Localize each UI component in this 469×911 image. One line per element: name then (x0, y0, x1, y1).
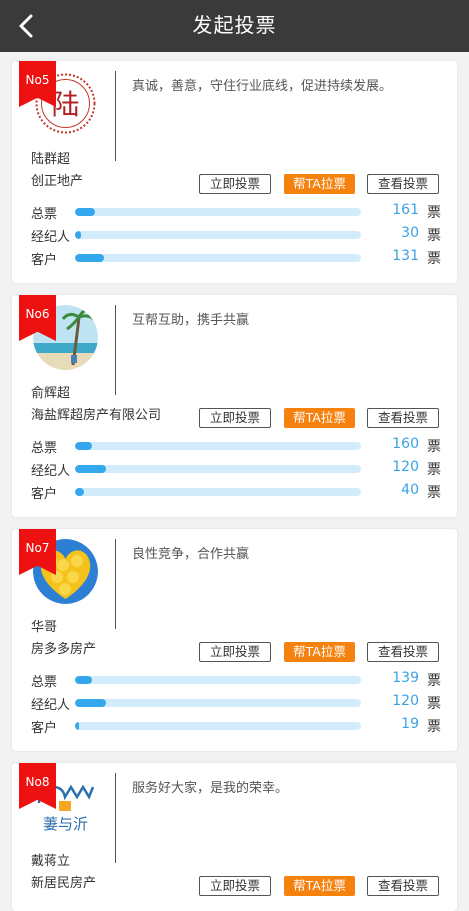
rank-label: No6 (25, 307, 50, 321)
vote-count: 160 (392, 436, 419, 452)
stat-total: 总票 161 票 (31, 202, 441, 222)
stat-agent: 经纪人 120 票 (31, 693, 441, 713)
divider (115, 773, 116, 863)
progress-track (75, 488, 361, 496)
vote-count: 120 (392, 459, 419, 475)
progress-track (75, 254, 361, 262)
header-bar: 发起投票 (0, 0, 469, 52)
stat-total: 总票 139 票 (31, 670, 441, 690)
vote-count: 120 (392, 693, 419, 709)
vote-count: 19 (401, 716, 419, 732)
help-canvass-button[interactable]: 帮TA拉票 (284, 642, 355, 662)
divider (115, 71, 116, 161)
avatar-logo-text: 萋与沂 (43, 815, 88, 833)
progress-fill (75, 676, 93, 684)
vote-unit: 票 (427, 719, 441, 735)
help-canvass-button[interactable]: 帮TA拉票 (284, 408, 355, 428)
progress-track (75, 699, 361, 707)
vote-unit: 票 (427, 696, 441, 712)
view-votes-button[interactable]: 查看投票 (367, 642, 439, 662)
candidate-name: 陆群超 (31, 152, 71, 167)
stat-label: 经纪人 (31, 698, 71, 713)
vote-count: 131 (392, 248, 419, 264)
progress-track (75, 722, 361, 730)
progress-fill (75, 442, 93, 450)
candidate-company: 房多多房产 (31, 642, 97, 657)
vote-count: 40 (401, 482, 419, 498)
progress-track (75, 676, 361, 684)
stat-client: 客户 40 票 (31, 482, 441, 502)
progress-fill (75, 488, 84, 496)
candidate-company: 海盐辉超房产有限公司 (31, 408, 162, 423)
vote-unit: 票 (427, 673, 441, 689)
candidate-name: 华哥 (31, 620, 58, 635)
stat-client: 客户 19 票 (31, 716, 441, 736)
progress-fill (75, 722, 80, 730)
vote-now-button[interactable]: 立即投票 (199, 876, 271, 896)
help-canvass-button[interactable]: 帮TA拉票 (284, 876, 355, 896)
divider (115, 539, 116, 629)
stat-label: 总票 (31, 207, 58, 222)
vote-now-button[interactable]: 立即投票 (199, 408, 271, 428)
progress-fill (75, 231, 81, 239)
progress-track (75, 465, 361, 473)
vote-count: 161 (392, 202, 419, 218)
vote-unit: 票 (427, 205, 441, 221)
vote-now-button[interactable]: 立即投票 (199, 642, 271, 662)
vote-now-button[interactable]: 立即投票 (199, 174, 271, 194)
stat-label: 客户 (31, 487, 58, 502)
rank-label: No5 (25, 73, 50, 87)
vote-unit: 票 (427, 251, 441, 267)
progress-fill (75, 465, 107, 473)
stat-label: 总票 (31, 441, 58, 456)
stat-total: 总票 160 票 (31, 436, 441, 456)
stat-label: 客户 (31, 253, 58, 268)
view-votes-button[interactable]: 查看投票 (367, 174, 439, 194)
progress-track (75, 442, 361, 450)
rank-label: No8 (25, 775, 50, 789)
vote-count: 30 (401, 225, 419, 241)
candidate-motto: 真诚，善意，守住行业底线，促进持续发展。 (132, 79, 393, 94)
progress-fill (75, 254, 104, 262)
candidate-name: 俞辉超 (31, 386, 71, 401)
stat-client: 客户 131 票 (31, 248, 441, 268)
candidate-card: No8 萋与沂 戴蒋立 新居民房产 服务好大家，是我的荣幸。 立即投票 帮TA拉… (12, 763, 457, 911)
progress-fill (75, 208, 96, 216)
vote-unit: 票 (427, 485, 441, 501)
stat-label: 经纪人 (31, 464, 71, 479)
vote-unit: 票 (427, 439, 441, 455)
rank-label: No7 (25, 541, 50, 555)
stat-label: 经纪人 (31, 230, 71, 245)
progress-track (75, 231, 361, 239)
view-votes-button[interactable]: 查看投票 (367, 408, 439, 428)
candidate-card: No7 华哥 房多多房产 良性竞争，合作共赢 立即投票 帮TA拉票 查看投票 总… (12, 529, 457, 751)
vote-count: 139 (392, 670, 419, 686)
candidate-company: 新居民房产 (31, 876, 97, 891)
candidate-card: No6 俞辉超 海盐辉超房产有限公司 互帮互助，携手共赢 立即投票 帮TA拉票 … (12, 295, 457, 517)
stat-agent: 经纪人 120 票 (31, 459, 441, 479)
stat-agent: 经纪人 30 票 (31, 225, 441, 245)
view-votes-button[interactable]: 查看投票 (367, 876, 439, 896)
progress-fill (75, 699, 107, 707)
vote-unit: 票 (427, 228, 441, 244)
candidate-name: 戴蒋立 (31, 854, 71, 869)
candidate-card: No5 陆 陆群超 创正地产 真诚，善意，守住行业底线，促进持续发展。 立即投票… (12, 61, 457, 283)
help-canvass-button[interactable]: 帮TA拉票 (284, 174, 355, 194)
progress-track (75, 208, 361, 216)
candidate-motto: 服务好大家，是我的荣幸。 (132, 781, 289, 796)
stat-label: 客户 (31, 721, 58, 736)
page-title: 发起投票 (192, 13, 277, 37)
vote-unit: 票 (427, 462, 441, 478)
candidate-motto: 良性竞争，合作共赢 (132, 547, 250, 562)
divider (115, 305, 116, 395)
stat-label: 总票 (31, 675, 58, 690)
candidate-motto: 互帮互助，携手共赢 (132, 313, 250, 328)
candidate-company: 创正地产 (31, 174, 84, 189)
